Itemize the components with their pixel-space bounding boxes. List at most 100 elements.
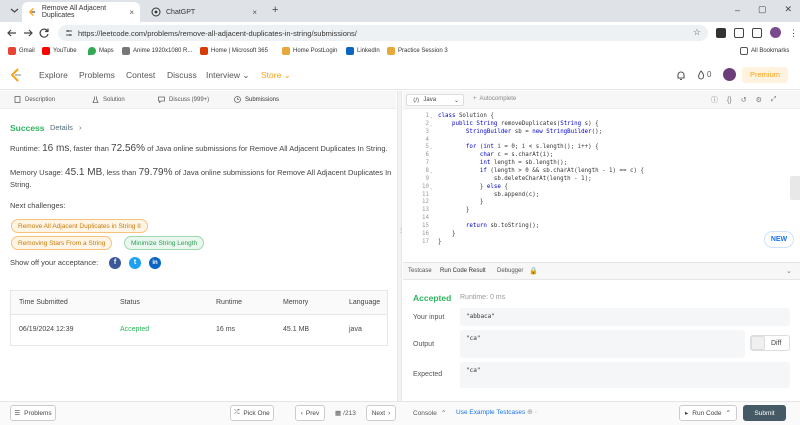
nav-problems[interactable]: Problems (79, 70, 115, 80)
autocomplete-toggle[interactable]: + Autocomplete (473, 96, 516, 102)
challenge-chip[interactable]: Removing Stars From a String (11, 236, 113, 250)
bookmark-microsoft365[interactable]: Home | Microsoft 365 (200, 47, 268, 55)
minimize-icon[interactable]: – (735, 5, 740, 15)
browser-tab-chatgpt[interactable]: ChatGPT × (145, 2, 263, 22)
pick-one-button[interactable]: ⤮ Pick One (230, 405, 274, 421)
tab-discuss[interactable]: Discuss (999+) (158, 96, 209, 103)
fold-chevron-icon[interactable]: ⌄ (430, 168, 436, 176)
bookmark-label: LinkedIn (357, 48, 380, 54)
bookmark-linkedin[interactable]: LinkedIn (346, 47, 380, 55)
bookmark-star-icon[interactable]: ☆ (693, 27, 701, 38)
streak-icon[interactable] (697, 70, 705, 80)
bookmark-label: Practice Session 3 (398, 48, 448, 54)
diff-toggle[interactable]: Diff (750, 335, 790, 351)
challenge-chip[interactable]: Remove All Adjacent Duplicates in String… (11, 219, 148, 233)
nav-contest[interactable]: Contest (126, 70, 155, 80)
use-example-testcases-link[interactable]: Use Example Testcases (456, 409, 525, 416)
lock-icon: 🔒 (529, 268, 538, 275)
help-icon[interactable]: ⊕ · (527, 408, 537, 416)
twitter-icon[interactable]: t (129, 257, 141, 269)
address-bar[interactable]: https://leetcode.com/problems/remove-all… (58, 25, 708, 41)
code-line: for (int i = 0; i < s.length(); i++) { (465, 144, 599, 151)
maximize-icon[interactable]: ▢ (758, 4, 767, 15)
nav-explore[interactable]: Explore (39, 70, 68, 80)
tab-solution[interactable]: Solution (92, 96, 125, 103)
col-memory: Memory (283, 299, 309, 306)
fullscreen-icon[interactable]: ⤢ (771, 96, 777, 104)
bookmark-youtube[interactable]: YouTube (42, 47, 77, 55)
bookmark-practice[interactable]: Practice Session 3 (387, 47, 448, 55)
tab-testcase[interactable]: Testcase (408, 268, 432, 274)
language-select[interactable]: ⟨/⟩ Java ⌄ (406, 94, 464, 106)
bookmark-anime[interactable]: Anime 1920x1080 R... (122, 47, 192, 55)
all-bookmarks[interactable]: All Bookmarks (740, 47, 789, 55)
new-feature-badge[interactable]: NEW (764, 231, 794, 248)
close-window-icon[interactable]: ✕ (785, 4, 793, 15)
browser-menu-icon[interactable]: ⋮ (789, 28, 798, 38)
settings-icon[interactable]: ⚙ (756, 96, 762, 104)
reload-icon[interactable] (38, 27, 50, 39)
braces-icon[interactable]: {} (727, 97, 732, 104)
site-info-icon[interactable] (65, 29, 73, 37)
line-number: 11 (422, 191, 429, 198)
toggle-switch-icon (751, 336, 765, 350)
challenge-chip[interactable]: Minimize String Length (124, 236, 205, 250)
browser-tab-leetcode[interactable]: Remove All Adjacent Duplicates × (22, 2, 140, 22)
bookmark-postlogin[interactable]: Home PostLogin (282, 47, 337, 55)
user-avatar[interactable] (723, 68, 736, 81)
close-tab-icon[interactable]: × (129, 8, 134, 17)
collapse-chevron-icon[interactable]: ⌄ (786, 267, 792, 275)
fold-chevron-icon[interactable]: ⌄ (430, 184, 436, 192)
code-editor[interactable]: 1 class Solution {2 public String removeD… (403, 113, 793, 253)
new-tab-button[interactable]: + (272, 4, 278, 16)
close-tab-icon[interactable]: × (252, 8, 257, 17)
tab-run-code-result[interactable]: Run Code Result (440, 268, 486, 274)
page-total: /213 (343, 409, 356, 417)
notification-bell-icon[interactable] (676, 70, 686, 81)
sidepanel-icon[interactable] (752, 27, 762, 38)
browser-tab-strip: Remove All Adjacent Duplicates × ChatGPT… (0, 0, 800, 22)
code-line: } (438, 199, 484, 206)
next-button[interactable]: Next › (366, 405, 396, 421)
tab-search-icon[interactable] (10, 6, 19, 15)
bookmark-gmail[interactable]: Gmail (8, 47, 35, 55)
nav-interview[interactable]: Interview ⌄ (206, 70, 250, 81)
details-link[interactable]: Details › (50, 123, 82, 132)
premium-button[interactable]: Premium (742, 67, 788, 83)
line-number: 3 (425, 128, 430, 135)
problem-index[interactable]: ▦ /213 (335, 409, 356, 418)
cell-language: java (349, 326, 362, 333)
reset-icon[interactable]: ↺ (741, 96, 747, 104)
submit-button[interactable]: Submit (743, 405, 786, 421)
table-row[interactable]: 06/19/2024 12:39 Accepted 16 ms 45.1 MB … (11, 316, 387, 345)
bookmark-maps[interactable]: Maps (88, 47, 114, 55)
nav-store[interactable]: Store ⌄ (261, 70, 291, 81)
tab-debugger[interactable]: Debugger (497, 268, 523, 274)
tab-submissions[interactable]: Submissions (234, 96, 279, 103)
info-icon[interactable]: ⓘ (711, 95, 718, 105)
pane-splitter[interactable]: ⋮ (397, 91, 404, 401)
problems-button[interactable]: ☰ Problems (10, 405, 56, 421)
fold-chevron-icon[interactable]: ⌄ (430, 144, 436, 152)
facebook-icon[interactable]: f (109, 257, 121, 269)
fold-chevron-icon[interactable]: ⌄ (430, 121, 436, 129)
prev-button[interactable]: ‹ Prev (295, 405, 325, 421)
leetcode-logo-icon[interactable] (10, 68, 23, 82)
code-line: int length = sb.length(); (479, 160, 568, 167)
extensions-puzzle-icon[interactable] (734, 27, 744, 38)
back-icon[interactable] (6, 27, 18, 39)
linkedin-icon[interactable]: in (149, 257, 161, 269)
profile-avatar[interactable] (770, 27, 781, 38)
extension-icon[interactable] (716, 27, 726, 38)
tab-description[interactable]: Description (14, 96, 55, 103)
fold-chevron-icon[interactable]: ⌄ (430, 113, 436, 121)
run-code-button[interactable]: ▸ Run Code ⌃ (679, 405, 737, 421)
cell-status[interactable]: Accepted (120, 326, 149, 333)
code-line: char c = s.charAt(i); (479, 152, 554, 159)
console-toggle[interactable]: Console ⌃ (413, 409, 446, 418)
language-value: Java (423, 97, 437, 103)
nav-discuss[interactable]: Discuss (167, 70, 197, 80)
forward-icon[interactable] (22, 27, 34, 39)
side-scroll-tab[interactable] (790, 176, 800, 200)
browser-toolbar: https://leetcode.com/problems/remove-all… (0, 22, 800, 44)
